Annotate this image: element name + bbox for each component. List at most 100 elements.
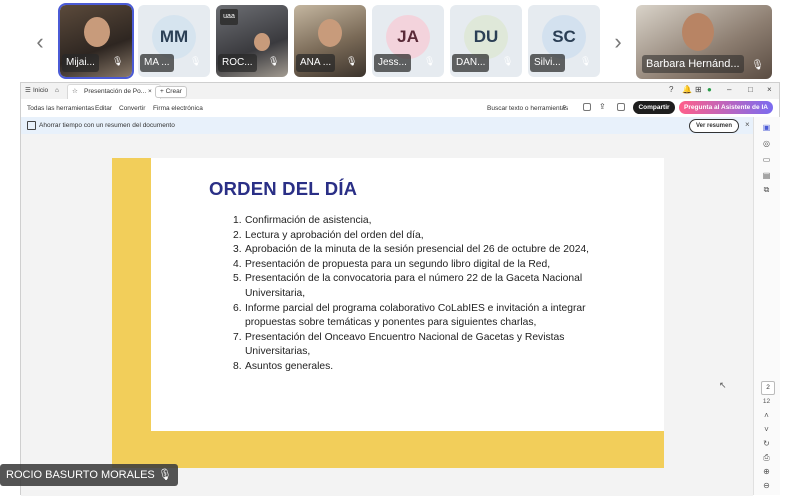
document-canvas[interactable]: ORDEN DEL DÍA 1. Confirmación de asistenc…: [21, 134, 753, 496]
convert-menu[interactable]: Convertir: [119, 104, 145, 113]
home-tab[interactable]: Inicio: [33, 86, 48, 96]
participant-tile[interactable]: JA Jess... 🎙: [372, 5, 444, 77]
participant-name: ROC...: [218, 54, 257, 72]
participant-video: [84, 17, 110, 47]
menu-icon[interactable]: ☰: [25, 86, 31, 96]
participant-name: Jess...: [374, 54, 411, 72]
participant-video: [682, 13, 714, 51]
mic-muted-icon: 🎙: [424, 56, 436, 66]
summary-banner: Ahorrar tiempo con un resumen del docume…: [21, 117, 753, 134]
chevron-up-icon[interactable]: ˄: [762, 411, 771, 420]
pages-icon[interactable]: ⧉: [762, 185, 771, 194]
minimize-icon[interactable]: –: [727, 85, 731, 95]
participant-tile[interactable]: Mijai... 🎙: [58, 3, 134, 79]
agenda-item: 8. Asuntos generales.: [233, 360, 334, 372]
all-tools-menu[interactable]: Todas las herramientas: [27, 104, 94, 113]
participant-tile[interactable]: SC Silvi... 🎙: [528, 5, 600, 77]
agenda-item: 5. Presentación de la convocatoria para e…: [233, 273, 583, 299]
bell-icon[interactable]: 🔔: [682, 85, 692, 95]
pdf-viewer-window: ☰ Inicio ⌂ ☆ Presentación de Po... × + C…: [20, 82, 780, 496]
avatar: DU: [464, 15, 508, 59]
zoom-out-icon[interactable]: ⊖: [762, 481, 771, 490]
edit-menu[interactable]: Editar: [95, 104, 112, 113]
participant-tile[interactable]: ANA ... 🎙: [294, 5, 366, 77]
avatar: SC: [542, 15, 586, 59]
print-icon[interactable]: [617, 103, 625, 111]
close-window-icon[interactable]: ×: [767, 85, 772, 95]
upload-icon[interactable]: ⇪: [599, 102, 606, 111]
participant-name: Barbara Hernánd...: [642, 55, 744, 73]
view-summary-button[interactable]: Ver resumen: [689, 119, 739, 133]
star-icon: ☆: [72, 88, 78, 95]
mic-muted-icon: 🎙: [580, 56, 592, 66]
mic-muted-icon: 🎙: [346, 56, 358, 66]
close-tab-icon[interactable]: ×: [148, 87, 152, 97]
bookmark-icon[interactable]: ▭: [762, 155, 771, 164]
comment-icon[interactable]: ◎: [762, 139, 771, 148]
participant-video: [254, 33, 270, 51]
participant-tile[interactable]: MM MA ... 🎙: [138, 5, 210, 77]
ai-summary-icon[interactable]: ▣: [762, 123, 771, 132]
slide-page: ORDEN DEL DÍA 1. Confirmación de asistenc…: [112, 158, 664, 468]
current-page[interactable]: 2: [761, 381, 775, 395]
participants-strip: ‹ Mijai... 🎙 MM MA ... 🎙 uaa ROC... 🎙 AN…: [0, 0, 800, 82]
mic-muted-icon: 🎙: [502, 56, 514, 66]
strip-next-button[interactable]: ›: [606, 24, 630, 60]
toolbar: Todas las herramientas Editar Convertir …: [21, 99, 779, 118]
new-tab-button[interactable]: + Crear: [155, 86, 187, 98]
attachment-icon[interactable]: ▤: [762, 171, 771, 180]
banner-message: Ahorrar tiempo con un resumen del docume…: [39, 122, 175, 129]
fit-page-icon[interactable]: ⎙: [762, 453, 771, 462]
tab-bar: ☰ Inicio ⌂ ☆ Presentación de Po... × + C…: [21, 83, 779, 100]
tab-document[interactable]: ☆ Presentación de Po... ×: [67, 84, 161, 99]
agenda-list: 1. Confirmación de asistencia, 2. Lectura …: [233, 214, 653, 375]
search-tools[interactable]: Buscar texto o herramientas: [487, 104, 568, 113]
tab-title: Presentación de Po...: [84, 88, 147, 95]
participant-name: Mijai...: [62, 54, 99, 72]
participant-name: DAN...: [452, 54, 490, 72]
total-pages: 12: [762, 398, 771, 405]
profile-icon[interactable]: ●: [707, 85, 712, 95]
agenda-item: 1. Confirmación de asistencia,: [233, 215, 372, 226]
agenda-item: 6. Informe parcial del programa colaborat…: [233, 302, 586, 329]
zoom-in-icon[interactable]: ⊕: [762, 467, 771, 476]
chevron-right-icon: ›: [614, 29, 622, 54]
avatar: MM: [152, 15, 196, 59]
home-icon[interactable]: ⌂: [55, 86, 59, 96]
apps-icon[interactable]: ⊞: [695, 85, 702, 95]
refresh-icon[interactable]: ↻: [762, 439, 771, 448]
close-banner-icon[interactable]: ×: [745, 120, 750, 130]
agenda-item: 3. Aprobación de la minuta de la sesión p…: [233, 244, 590, 256]
participant-tile[interactable]: uaa ROC... 🎙: [216, 5, 288, 77]
participant-name: ANA ...: [296, 54, 336, 72]
mic-muted-icon: 🎙: [751, 60, 764, 71]
ai-assistant-button[interactable]: Pregunta al Asistente de IA: [679, 101, 773, 114]
save-icon[interactable]: [583, 103, 591, 111]
mic-muted-icon: 🎙: [190, 56, 202, 66]
strip-prev-button[interactable]: ‹: [28, 24, 52, 60]
participant-tile[interactable]: DU DAN... 🎙: [450, 5, 522, 77]
chevron-down-icon[interactable]: ˅: [762, 425, 771, 434]
help-icon[interactable]: ?: [669, 85, 673, 95]
mic-muted-icon: 🎙: [268, 56, 280, 66]
maximize-icon[interactable]: □: [748, 85, 753, 95]
right-tool-rail: ▣ ◎ ▭ ▤ ⧉ 2 12 ˄ ˅ ↻ ⎙ ⊕ ⊖: [753, 117, 780, 495]
agenda-item: 4. Presentación de propuesta para un segu…: [233, 258, 551, 270]
featured-participant-tile[interactable]: Barbara Hernánd... 🎙: [636, 5, 772, 79]
share-button[interactable]: Compartir: [633, 101, 675, 114]
avatar: JA: [386, 15, 430, 59]
mic-muted-icon: 🎙: [112, 56, 124, 66]
sign-menu[interactable]: Firma electrónica: [153, 104, 203, 113]
slide-content: ORDEN DEL DÍA 1. Confirmación de asistenc…: [151, 158, 664, 431]
participant-video: [318, 19, 342, 47]
mouse-cursor-icon: ↖: [719, 380, 727, 390]
search-icon[interactable]: ⌕: [562, 102, 566, 111]
participant-name: Silvi...: [530, 54, 565, 72]
chevron-left-icon: ‹: [36, 29, 44, 54]
agenda-item: 7. Presentación del Onceavo Encuentro Nac…: [233, 331, 565, 358]
university-logo: uaa: [220, 9, 238, 25]
summary-icon: [27, 121, 36, 130]
mic-muted-icon: 🎙: [157, 469, 172, 481]
participant-name: MA ...: [140, 54, 174, 72]
presenter-name-badge: ROCIO BASURTO MORALES 🎙: [0, 464, 178, 486]
